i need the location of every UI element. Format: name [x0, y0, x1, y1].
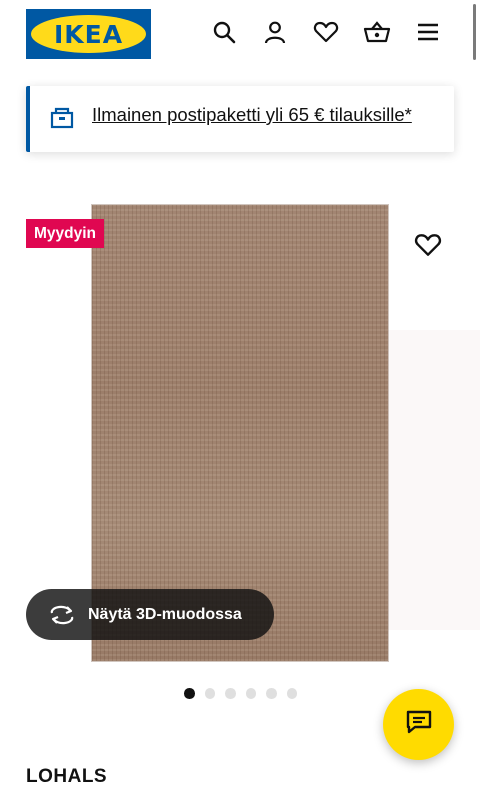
pager-dot[interactable]	[184, 688, 195, 699]
pager-dot[interactable]	[286, 688, 297, 699]
page-scrollbar[interactable]	[473, 4, 476, 60]
view-3d-button[interactable]: Näytä 3D-muodossa	[26, 589, 274, 640]
image-background	[388, 330, 480, 630]
menu-icon[interactable]	[414, 18, 442, 46]
chat-icon	[405, 709, 433, 740]
delivery-box-icon	[50, 106, 74, 130]
pager-dot[interactable]	[225, 688, 236, 699]
ikea-logo[interactable]: IKEA	[26, 9, 151, 59]
free-shipping-banner[interactable]: Ilmainen postipaketti yli 65 € tilauksil…	[26, 86, 454, 152]
product-image-gallery[interactable]: Myydyin Näytä 3D-muodossa	[0, 190, 480, 678]
heart-icon[interactable]	[312, 18, 340, 46]
image-pager	[184, 688, 297, 699]
site-header: IKEA	[0, 0, 480, 70]
pager-dot[interactable]	[245, 688, 256, 699]
product-name: LOHALS	[26, 766, 108, 785]
account-icon[interactable]	[261, 18, 289, 46]
shopping-basket-icon[interactable]	[363, 18, 391, 46]
favourite-heart-icon[interactable]	[414, 232, 442, 260]
bestseller-badge: Myydyin	[26, 219, 105, 248]
pager-dot[interactable]	[266, 688, 277, 699]
banner-link-text[interactable]: Ilmainen postipaketti yli 65 € tilauksil…	[92, 104, 412, 126]
logo-text: IKEA	[53, 19, 124, 49]
view-3d-label: Näytä 3D-muodossa	[88, 605, 242, 623]
rotate-3d-icon	[48, 601, 76, 629]
pager-dot[interactable]	[204, 688, 215, 699]
chat-button[interactable]	[383, 689, 454, 760]
search-icon[interactable]	[210, 18, 238, 46]
